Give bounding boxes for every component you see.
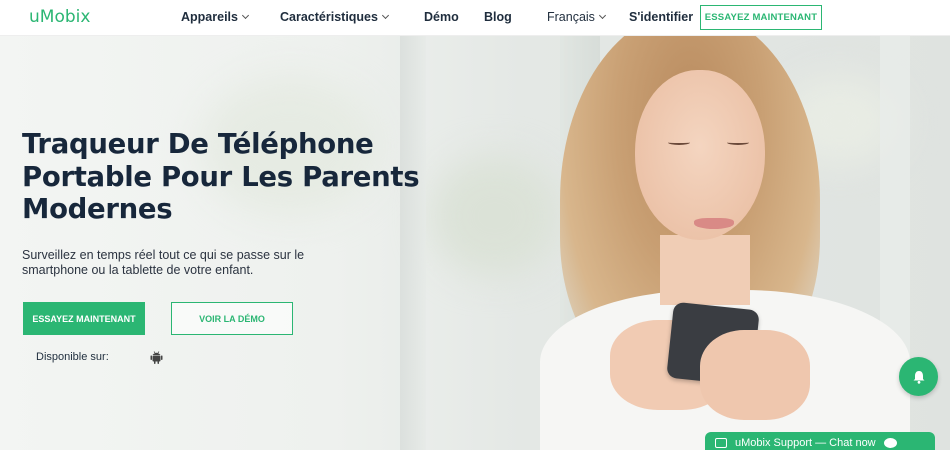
nav-blog[interactable]: Blog (484, 10, 512, 24)
nav-caracteristiques[interactable]: Caractéristiques (280, 10, 390, 24)
language-selector[interactable]: Français (547, 10, 606, 24)
hero-title-line: Modernes (22, 193, 173, 225)
header-cta-button[interactable]: ESSAYEZ MAINTENANT (700, 5, 822, 30)
hero-subtitle-line: Surveillez en temps réel tout ce qui se … (22, 248, 305, 262)
chat-bubble-icon (883, 438, 897, 448)
language-label: Français (547, 10, 595, 24)
signin-link[interactable]: S'identifier (629, 10, 693, 24)
available-on-label: Disponible sur: (36, 351, 109, 363)
chat-label: uMobix Support — Chat now (735, 437, 876, 449)
nav-demo[interactable]: Démo (424, 10, 459, 24)
hero-image-eye (727, 140, 749, 145)
hero-image-neck (660, 235, 750, 305)
notification-bell-button[interactable] (899, 357, 938, 396)
nav-appareils[interactable]: Appareils (181, 10, 250, 24)
chat-window-icon (715, 438, 727, 448)
android-icon[interactable] (150, 350, 163, 364)
chat-widget[interactable]: uMobix Support — Chat now (705, 432, 935, 450)
chevron-down-icon (381, 11, 390, 20)
view-demo-button[interactable]: VOIR LA DÉMO (171, 302, 293, 335)
nav-label: Appareils (181, 10, 238, 24)
bell-icon (913, 370, 924, 384)
site-header: uMobix Appareils Caractéristiques Démo B… (0, 0, 950, 36)
nav-label: Démo (424, 10, 459, 24)
nav-label: Caractéristiques (280, 10, 378, 24)
signin-label: S'identifier (629, 10, 694, 24)
window-frame (400, 36, 426, 450)
background-blur (430, 156, 560, 276)
hero-image-lips (694, 218, 734, 229)
hero-image-eye (668, 140, 690, 145)
chevron-down-icon (598, 11, 606, 20)
logo[interactable]: uMobix (29, 7, 90, 27)
nav-label: Blog (484, 10, 512, 24)
hero-image-hand (700, 330, 810, 420)
hero-title-line: Portable Pour Les Parents (22, 160, 420, 193)
hero-title: Traqueur De Téléphone Portable Pour Les … (22, 128, 442, 226)
hero-subtitle-line: smartphone ou la tablette de votre enfan… (22, 263, 254, 277)
hero-image-face (635, 70, 765, 240)
hero-title-line: Traqueur De Téléphone (22, 128, 374, 160)
try-now-button[interactable]: ESSAYEZ MAINTENANT (23, 302, 145, 335)
chevron-down-icon (241, 11, 250, 20)
hero-subtitle: Surveillez en temps réel tout ce qui se … (22, 248, 362, 278)
